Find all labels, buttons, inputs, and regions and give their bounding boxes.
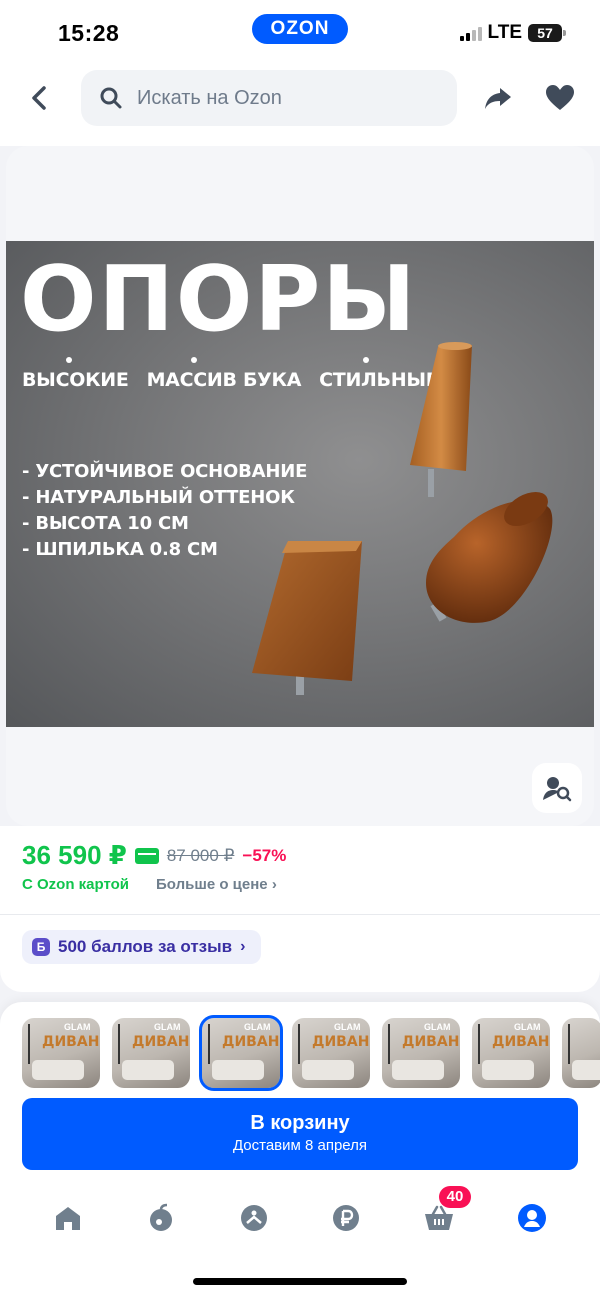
chevron-right-icon: ›: [271, 876, 277, 893]
variant-thumb[interactable]: GLAM ДИВАН: [292, 1018, 370, 1088]
ozon-card-icon: [134, 847, 159, 864]
variant-thumb[interactable]: GLAM ДИВАН: [112, 1018, 190, 1088]
search-icon: [100, 87, 122, 109]
profile-icon: [517, 1204, 546, 1232]
home-icon: [56, 1207, 81, 1230]
add-to-cart-button[interactable]: В корзину Доставим 8 апреля: [22, 1098, 578, 1170]
chevron-right-icon: ›: [240, 938, 246, 955]
search-placeholder: Искать на Ozon: [137, 86, 282, 109]
status-time: 15:28: [58, 20, 120, 46]
variant-thumb[interactable]: GLAM ДИВАН: [472, 1018, 550, 1088]
product-gallery[interactable]: ОПОРЫ ВЫСОКИЕ МАССИВ БУКА СТИЛЬНЫЕ - УСТ…: [6, 146, 594, 826]
old-price: 87 000 ₽: [166, 845, 235, 865]
status-bar: 15:28 OZON LTE 57: [0, 0, 600, 66]
variant-thumb[interactable]: GLAM ДИВАН: [382, 1018, 460, 1088]
more-about-price-link[interactable]: Больше о цене ›: [156, 876, 277, 893]
top-nav: Искать на Ozon: [0, 66, 600, 146]
tab-fresh[interactable]: [131, 1188, 191, 1248]
variant-thumbnails: GLAM ДИВАН GLAM ДИВАН GLAM ДИВАН GLAM ДИВАН …: [22, 1015, 600, 1091]
ozon-card-label: С Ozon картой: [22, 876, 130, 893]
ozon-logo[interactable]: OZON: [252, 14, 348, 44]
variant-thumb-selected[interactable]: GLAM ДИВАН: [199, 1015, 283, 1091]
tab-catalog[interactable]: [224, 1188, 284, 1248]
product-page: 15:28 OZON LTE 57 Искать на Ozon ОПОРЫ В…: [0, 0, 600, 1297]
fresh-icon: [149, 1203, 172, 1231]
variant-thumb[interactable]: [562, 1018, 600, 1088]
signal-icon: [459, 25, 482, 41]
bonus-points-icon: Б: [32, 938, 50, 956]
cart-count-badge: 40: [438, 1186, 471, 1208]
tab-profile[interactable]: [502, 1188, 562, 1248]
catalog-icon: [240, 1205, 267, 1231]
back-arrow-icon[interactable]: [22, 80, 58, 116]
price-section: 36 590 ₽ 87 000 ₽ −57% С Ozon картой Бол…: [0, 826, 600, 992]
camera-search-icon: [543, 777, 572, 802]
network-type: LTE: [487, 22, 522, 43]
heart-icon[interactable]: [544, 82, 576, 114]
current-price: 36 590 ₽: [22, 840, 127, 870]
status-indicators: LTE 57: [459, 22, 566, 44]
bonus-label: 500 баллов за отзыв: [58, 937, 233, 956]
add-to-cart-label: В корзину: [250, 1112, 350, 1134]
home-indicator[interactable]: [193, 1278, 407, 1285]
product-photo[interactable]: ОПОРЫ ВЫСОКИЕ МАССИВ БУКА СТИЛЬНЫЕ - УСТ…: [6, 241, 594, 727]
finance-icon: [333, 1205, 360, 1231]
battery-icon: 57: [528, 24, 566, 42]
review-bonus-chip[interactable]: Б 500 баллов за отзыв ›: [22, 930, 262, 964]
delivery-date: Доставим 8 апреля: [232, 1137, 368, 1154]
divider: [0, 914, 600, 915]
bottom-tab-bar: 40: [0, 1186, 600, 1248]
purchase-sheet: GLAM ДИВАН GLAM ДИВАН GLAM ДИВАН GLAM ДИВАН …: [0, 1002, 600, 1297]
cart-icon: [424, 1205, 453, 1230]
tab-finance[interactable]: [316, 1188, 376, 1248]
tab-home[interactable]: [38, 1188, 98, 1248]
wooden-legs-illustration: [252, 342, 553, 695]
discount-badge: −57%: [242, 845, 287, 865]
variant-thumb[interactable]: GLAM ДИВАН: [22, 1018, 100, 1088]
share-icon[interactable]: [482, 82, 514, 114]
search-input[interactable]: Искать на Ozon: [81, 70, 457, 126]
more-about-price-label: Больше о цене: [156, 876, 268, 893]
price-row: 36 590 ₽ 87 000 ₽ −57%: [22, 840, 286, 871]
tab-cart[interactable]: 40: [409, 1186, 471, 1248]
visual-search-button[interactable]: [532, 763, 582, 813]
